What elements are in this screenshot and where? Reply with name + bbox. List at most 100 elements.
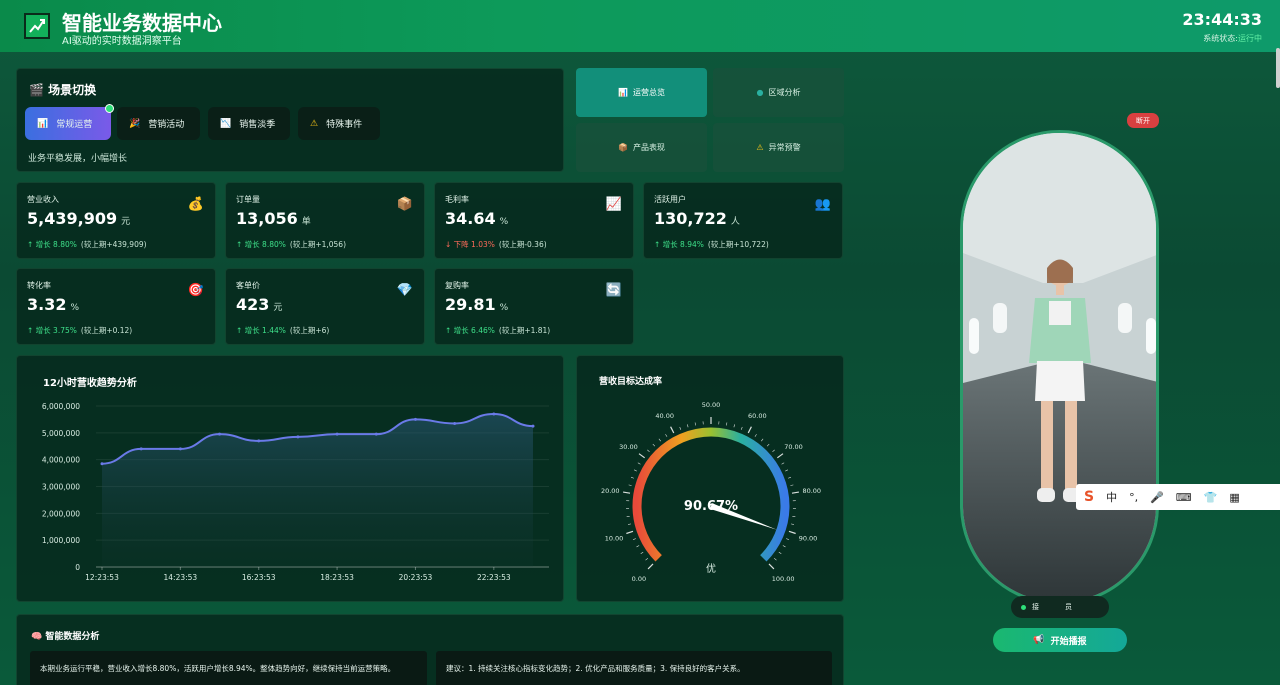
kpi-value: 13,056 单 — [236, 209, 311, 228]
bar-chart-icon: 📊 — [37, 118, 49, 129]
kpi-change: ↑ 增长 8.94% (较上期+10,722) — [654, 240, 769, 249]
status-dot — [1021, 604, 1026, 610]
gauge-tick — [640, 551, 644, 555]
y-tick-label: 1,000,000 — [42, 536, 80, 545]
gauge-tick — [652, 443, 656, 447]
tab-product-performance[interactable]: 📦 产品表现 — [576, 123, 707, 172]
y-tick-label: 0 — [75, 563, 80, 572]
ai-summary: 本期业务运行平稳，营业收入增长8.80%，活跃用户增长8.94%。整体趋势向好，… — [30, 651, 427, 685]
data-point — [492, 412, 496, 416]
y-tick-label: 4,000,000 — [42, 456, 80, 465]
gauge-tick — [790, 523, 795, 525]
gauge-tick — [740, 426, 743, 430]
gauge-tick — [781, 462, 785, 465]
gauge-tick — [638, 453, 646, 459]
gauge-tick — [633, 469, 637, 472]
active-dot — [105, 104, 114, 113]
ime-lang-toggle[interactable]: 中 — [1106, 489, 1117, 505]
kpi-card-conversion: 转化率 3.32% ↑ 增长 3.75% (较上期+0.12) 🎯 — [16, 268, 216, 345]
data-point — [257, 439, 261, 443]
revenue-trend-chart: 0 1,000,000 2,000,000 3,000,000 4,000,000 5,0… — [42, 402, 549, 582]
data-point — [413, 417, 417, 421]
gauge-tick — [785, 469, 789, 472]
kpi-card-active-users: 活跃用户 130,722 人 ↑ 增长 8.94% (较上期+10,722) 👥 — [643, 182, 843, 259]
kpi-label: 客单价 — [236, 281, 260, 290]
ime-toolbar: S 中 °, 🎤 ⌨ 👕 ▦ — [1076, 484, 1280, 510]
ime-punctuation[interactable]: °, — [1129, 491, 1138, 504]
kpi-label: 活跃用户 — [654, 195, 686, 204]
scene-button-marketing[interactable]: 🎉 营销活动 — [117, 107, 200, 140]
gauge-tick-label: 30.00 — [619, 443, 638, 451]
page-scrollbar[interactable] — [1276, 48, 1280, 88]
megaphone-icon: 📢 — [1033, 635, 1045, 645]
warning-icon: ⚠ — [756, 143, 764, 152]
scene-button-special[interactable]: ⚠ 特殊事件 — [298, 107, 380, 140]
gauge-tick — [694, 422, 696, 426]
gauge-tick — [778, 551, 782, 555]
avatar-scene — [963, 133, 1156, 602]
sogou-logo-icon[interactable]: S — [1084, 489, 1094, 505]
data-point — [100, 462, 104, 466]
kpi-label: 复购率 — [445, 281, 469, 290]
keyboard-icon[interactable]: ⌨ — [1176, 491, 1192, 504]
data-point — [374, 432, 378, 436]
tab-operations-overview[interactable]: 📊 运营总览 — [576, 68, 707, 117]
party-icon: 🎉 — [129, 118, 141, 129]
package-icon: 📦 — [396, 196, 414, 212]
scene-button-regular[interactable]: 📊 常规运营 — [25, 104, 114, 140]
gauge-chart: 0.00 10.00 20.00 30.00 40.00 50.00 60.00 70.00 8… — [601, 401, 821, 583]
gauge-tick — [632, 538, 636, 541]
gauge-tick — [636, 545, 640, 548]
y-tick-label: 6,000,000 — [42, 402, 80, 411]
gauge-tick — [658, 438, 661, 442]
gauge-tick — [726, 422, 728, 426]
skin-shirt-icon[interactable]: 👕 — [1204, 491, 1218, 504]
gauge-tick-label: 50.00 — [702, 401, 721, 409]
gauge-tick — [747, 426, 752, 434]
tab-region-analysis[interactable]: ● 区域分析 — [713, 68, 844, 117]
disconnect-button[interactable]: 断开 — [1127, 113, 1159, 128]
x-tick-label: 14:23:53 — [164, 573, 198, 582]
gauge-tick — [645, 558, 649, 561]
kpi-label: 订单量 — [236, 195, 260, 204]
y-tick-label: 5,000,000 — [42, 429, 80, 438]
ai-advice: 建议：1. 持续关注核心指标变化趋势；2. 优化产品和服务质量；3. 保持良好的… — [436, 651, 832, 685]
start-broadcast-button[interactable]: 📢 开始播报 — [993, 628, 1127, 652]
connection-status: 接 员 — [1011, 596, 1109, 618]
x-tick-label: 16:23:53 — [242, 573, 276, 582]
x-tick-label: 18:23:53 — [320, 573, 354, 582]
package-icon: 📦 — [618, 143, 628, 152]
gauge-tick — [772, 449, 775, 452]
gauge-tick — [626, 530, 634, 535]
gauge-panel: 营收目标达成率 0.00 10.00 20.00 30.00 40.00 50.00 60.… — [576, 355, 844, 602]
kpi-change: ↑ 增长 6.46% (较上期+1.81) — [445, 326, 551, 335]
chart-down-icon: 📉 — [220, 118, 232, 129]
gauge-tick — [647, 563, 654, 570]
page-subtitle: AI驱动的实时数据洞察平台 — [62, 36, 182, 47]
refresh-icon: 🔄 — [605, 282, 623, 298]
globe-icon: ● — [756, 88, 764, 97]
gauge-tick — [628, 484, 632, 486]
toolbox-grid-icon[interactable]: ▦ — [1229, 491, 1239, 504]
gauge-tick — [791, 491, 799, 494]
x-tick-label: 20:23:53 — [399, 573, 433, 582]
area-fill — [102, 414, 533, 567]
gauge-rating: 优 — [706, 562, 716, 575]
kpi-change: ↓ 下降 1.03% (较上期-0.36) — [445, 240, 547, 249]
kpi-card-repurchase: 复购率 29.81% ↑ 增长 6.46% (较上期+1.81) 🔄 — [434, 268, 634, 345]
gauge-tick-label: 0.00 — [632, 575, 646, 583]
data-point — [139, 447, 143, 451]
kpi-card-avg-order: 客单价 423 元 ↑ 增长 1.44% (较上期+6) 💎 — [225, 268, 425, 345]
gauge-tick — [788, 476, 792, 479]
scene-button-off-season[interactable]: 📉 销售淡季 — [208, 107, 290, 140]
scene-panel: 🎬 场景切换 📊 常规运营 🎉 营销活动 📉 销售淡季 ⚠ 特殊事件 业务平稳发… — [16, 68, 564, 172]
kpi-value: 34.64% — [445, 209, 509, 228]
gauge-tick — [786, 538, 790, 541]
trend-up-icon: 📈 — [605, 196, 623, 212]
tab-anomaly-alert[interactable]: ⚠ 异常预警 — [713, 123, 844, 172]
microphone-icon[interactable]: 🎤 — [1150, 491, 1164, 504]
data-point — [218, 432, 222, 436]
gauge-tick — [788, 530, 796, 535]
kpi-card-revenue: 营业收入 5,439,909 元 ↑ 增长 8.80% (较上期+439,909) … — [16, 182, 216, 259]
gauge-tick — [627, 523, 632, 525]
